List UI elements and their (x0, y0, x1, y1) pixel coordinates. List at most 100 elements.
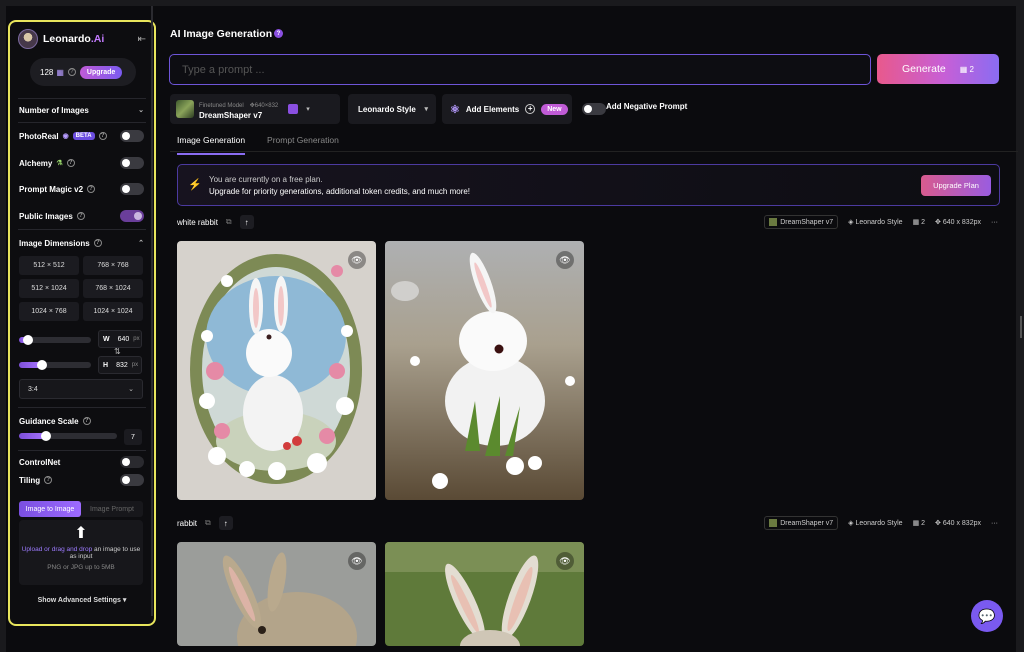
tiling-label: Tiling (19, 475, 41, 485)
dimension-preset-button[interactable]: 1024 × 768 (19, 302, 79, 321)
alchemy-toggle[interactable] (120, 157, 144, 169)
info-icon[interactable]: ? (66, 159, 75, 167)
info-icon[interactable]: ? (87, 185, 96, 193)
add-elements-button[interactable]: ⚛ Add Elements + New (442, 94, 572, 124)
info-icon[interactable]: ? (44, 476, 53, 484)
view-icon[interactable]: 👁 (556, 552, 574, 570)
negative-prompt-label: Add Negative Prompt (606, 102, 688, 111)
generate-label: Generate (901, 63, 946, 75)
reuse-prompt-button[interactable]: ↑ (239, 215, 254, 229)
caret-down-icon: ▾ (122, 597, 127, 604)
view-icon[interactable]: 👁 (556, 251, 574, 269)
tab-image-generation[interactable]: Image Generation (177, 135, 246, 155)
model-info: Finetuned Model ✥640×832 DreamShaper v7 (199, 98, 278, 121)
more-options-icon[interactable]: ··· (991, 219, 998, 226)
height-slider[interactable] (19, 360, 91, 370)
tiling-toggle[interactable] (120, 474, 144, 486)
collapse-sidebar-icon[interactable]: ⇤ (138, 34, 146, 45)
info-icon[interactable]: ? (67, 68, 76, 76)
photoreal-toggle[interactable] (120, 130, 144, 142)
view-icon[interactable]: 👁 (348, 251, 366, 269)
negative-prompt-toggle[interactable] (582, 103, 606, 115)
style-select[interactable]: Leonardo Style ▾ (348, 94, 436, 124)
divider (18, 229, 146, 230)
tab-image-prompt[interactable]: Image Prompt (81, 501, 143, 517)
lightning-icon: ⚡ (188, 179, 202, 191)
info-icon[interactable]: ? (76, 212, 85, 220)
reuse-prompt-button[interactable]: ↑ (218, 516, 233, 530)
guidance-scale-value[interactable]: 7 (124, 429, 142, 445)
public-images-label: Public Images (19, 211, 73, 221)
model-settings-icon[interactable] (288, 104, 299, 114)
swap-dimensions-icon[interactable]: ⇅ (114, 347, 121, 356)
help-icon[interactable]: ? (274, 29, 283, 38)
prompt-input[interactable]: Type a prompt ... (169, 54, 871, 85)
info-icon[interactable]: ? (82, 417, 91, 425)
style-label: Leonardo Style (358, 104, 416, 114)
generated-image[interactable]: 👁 (177, 542, 376, 646)
tabs-divider (170, 151, 1018, 152)
page-scrollbar[interactable] (1020, 316, 1022, 338)
dimension-preset-button[interactable]: 768 × 1024 (83, 279, 143, 298)
upgrade-button[interactable]: Upgrade (79, 65, 123, 79)
width-field[interactable]: W 640 px (98, 330, 142, 348)
generated-image[interactable]: 👁 (385, 542, 584, 646)
model-select[interactable]: Finetuned Model ✥640×832 DreamShaper v7 ▾ (170, 94, 340, 124)
image-upload-dropzone[interactable]: ⬆ Upload or drag and drop an image to us… (19, 520, 143, 585)
tab-image-to-image[interactable]: Image to Image (19, 501, 81, 517)
height-value: 832 (116, 361, 128, 369)
alchemy-label: Alchemy (19, 158, 53, 168)
width-slider[interactable] (19, 335, 91, 345)
prompt-magic-toggle[interactable] (120, 183, 144, 195)
page-title: AI Image Generation (170, 28, 273, 40)
generation-model: DreamShaper v7 (764, 215, 839, 229)
model-sub-label: Finetuned Model (199, 102, 244, 109)
model-name: DreamShaper v7 (199, 110, 263, 120)
dimension-preset-button[interactable]: 1024 × 1024 (83, 302, 143, 321)
height-label: H (103, 361, 109, 369)
sidebar-scrollbar[interactable] (151, 6, 153, 616)
show-advanced-settings-button[interactable]: Show Advanced Settings ▾ (10, 596, 154, 604)
generated-image[interactable]: 👁 (177, 241, 376, 500)
copy-icon[interactable]: ⧉ (205, 518, 211, 528)
guidance-scale-slider[interactable] (19, 431, 117, 441)
height-field[interactable]: H 832 px (98, 356, 142, 374)
dimension-preset-button[interactable]: 768 × 768 (83, 256, 143, 275)
image-dimensions-label: Image Dimensions (19, 238, 90, 248)
chat-support-button[interactable]: 💬 (971, 600, 1003, 632)
model-size: ✥640×832 (249, 102, 279, 109)
alchemy-row: Alchemy ⚗ ? (19, 155, 144, 171)
generation-header: white rabbit ⧉ ↑ (177, 213, 254, 231)
upgrade-plan-button[interactable]: Upgrade Plan (921, 175, 991, 196)
generated-image[interactable]: 👁 (385, 241, 584, 500)
dimension-preset-button[interactable]: 512 × 512 (19, 256, 79, 275)
public-images-row: Public Images ? (19, 208, 144, 224)
generation-meta: DreamShaper v7 ◈ Leonardo Style ▦ 2 ✥ 64… (764, 213, 998, 231)
info-icon[interactable]: ? (93, 239, 102, 247)
aspect-ratio-value: 3:4 (28, 385, 38, 393)
upload-link[interactable]: Upload or drag and drop (22, 546, 92, 553)
divider (18, 407, 146, 408)
atom-icon: ⚛ (450, 103, 460, 116)
copy-icon[interactable]: ⧉ (226, 217, 232, 227)
number-of-images-row[interactable]: Number of Images ⌄ (19, 102, 144, 118)
image-dimensions-row[interactable]: Image Dimensions ? ⌃ (19, 235, 144, 251)
generation-count: ▦ 2 (912, 219, 926, 226)
controlnet-toggle[interactable] (120, 456, 144, 468)
info-icon[interactable]: ? (98, 132, 107, 140)
view-icon[interactable]: 👁 (348, 552, 366, 570)
generate-button[interactable]: Generate ▦ 2 (877, 54, 999, 84)
generate-token-cost: ▦ 2 (959, 64, 974, 74)
generation-meta: DreamShaper v7 ◈ Leonardo Style ▦ 2 ✥ 64… (764, 514, 998, 532)
chevron-down-icon: ⌄ (138, 107, 144, 114)
height-unit: px (131, 362, 139, 368)
aspect-ratio-select[interactable]: 3:4 ⌄ (19, 379, 143, 399)
tab-prompt-generation[interactable]: Prompt Generation (267, 135, 339, 155)
generation-style: ◈ Leonardo Style (848, 219, 903, 226)
dimension-preset-button[interactable]: 512 × 1024 (19, 279, 79, 298)
more-options-icon[interactable]: ··· (991, 520, 998, 527)
public-images-toggle[interactable] (120, 210, 144, 222)
photoreal-label: PhotoReal (19, 131, 59, 141)
beta-badge: BETA (72, 132, 95, 140)
divider (18, 122, 146, 123)
